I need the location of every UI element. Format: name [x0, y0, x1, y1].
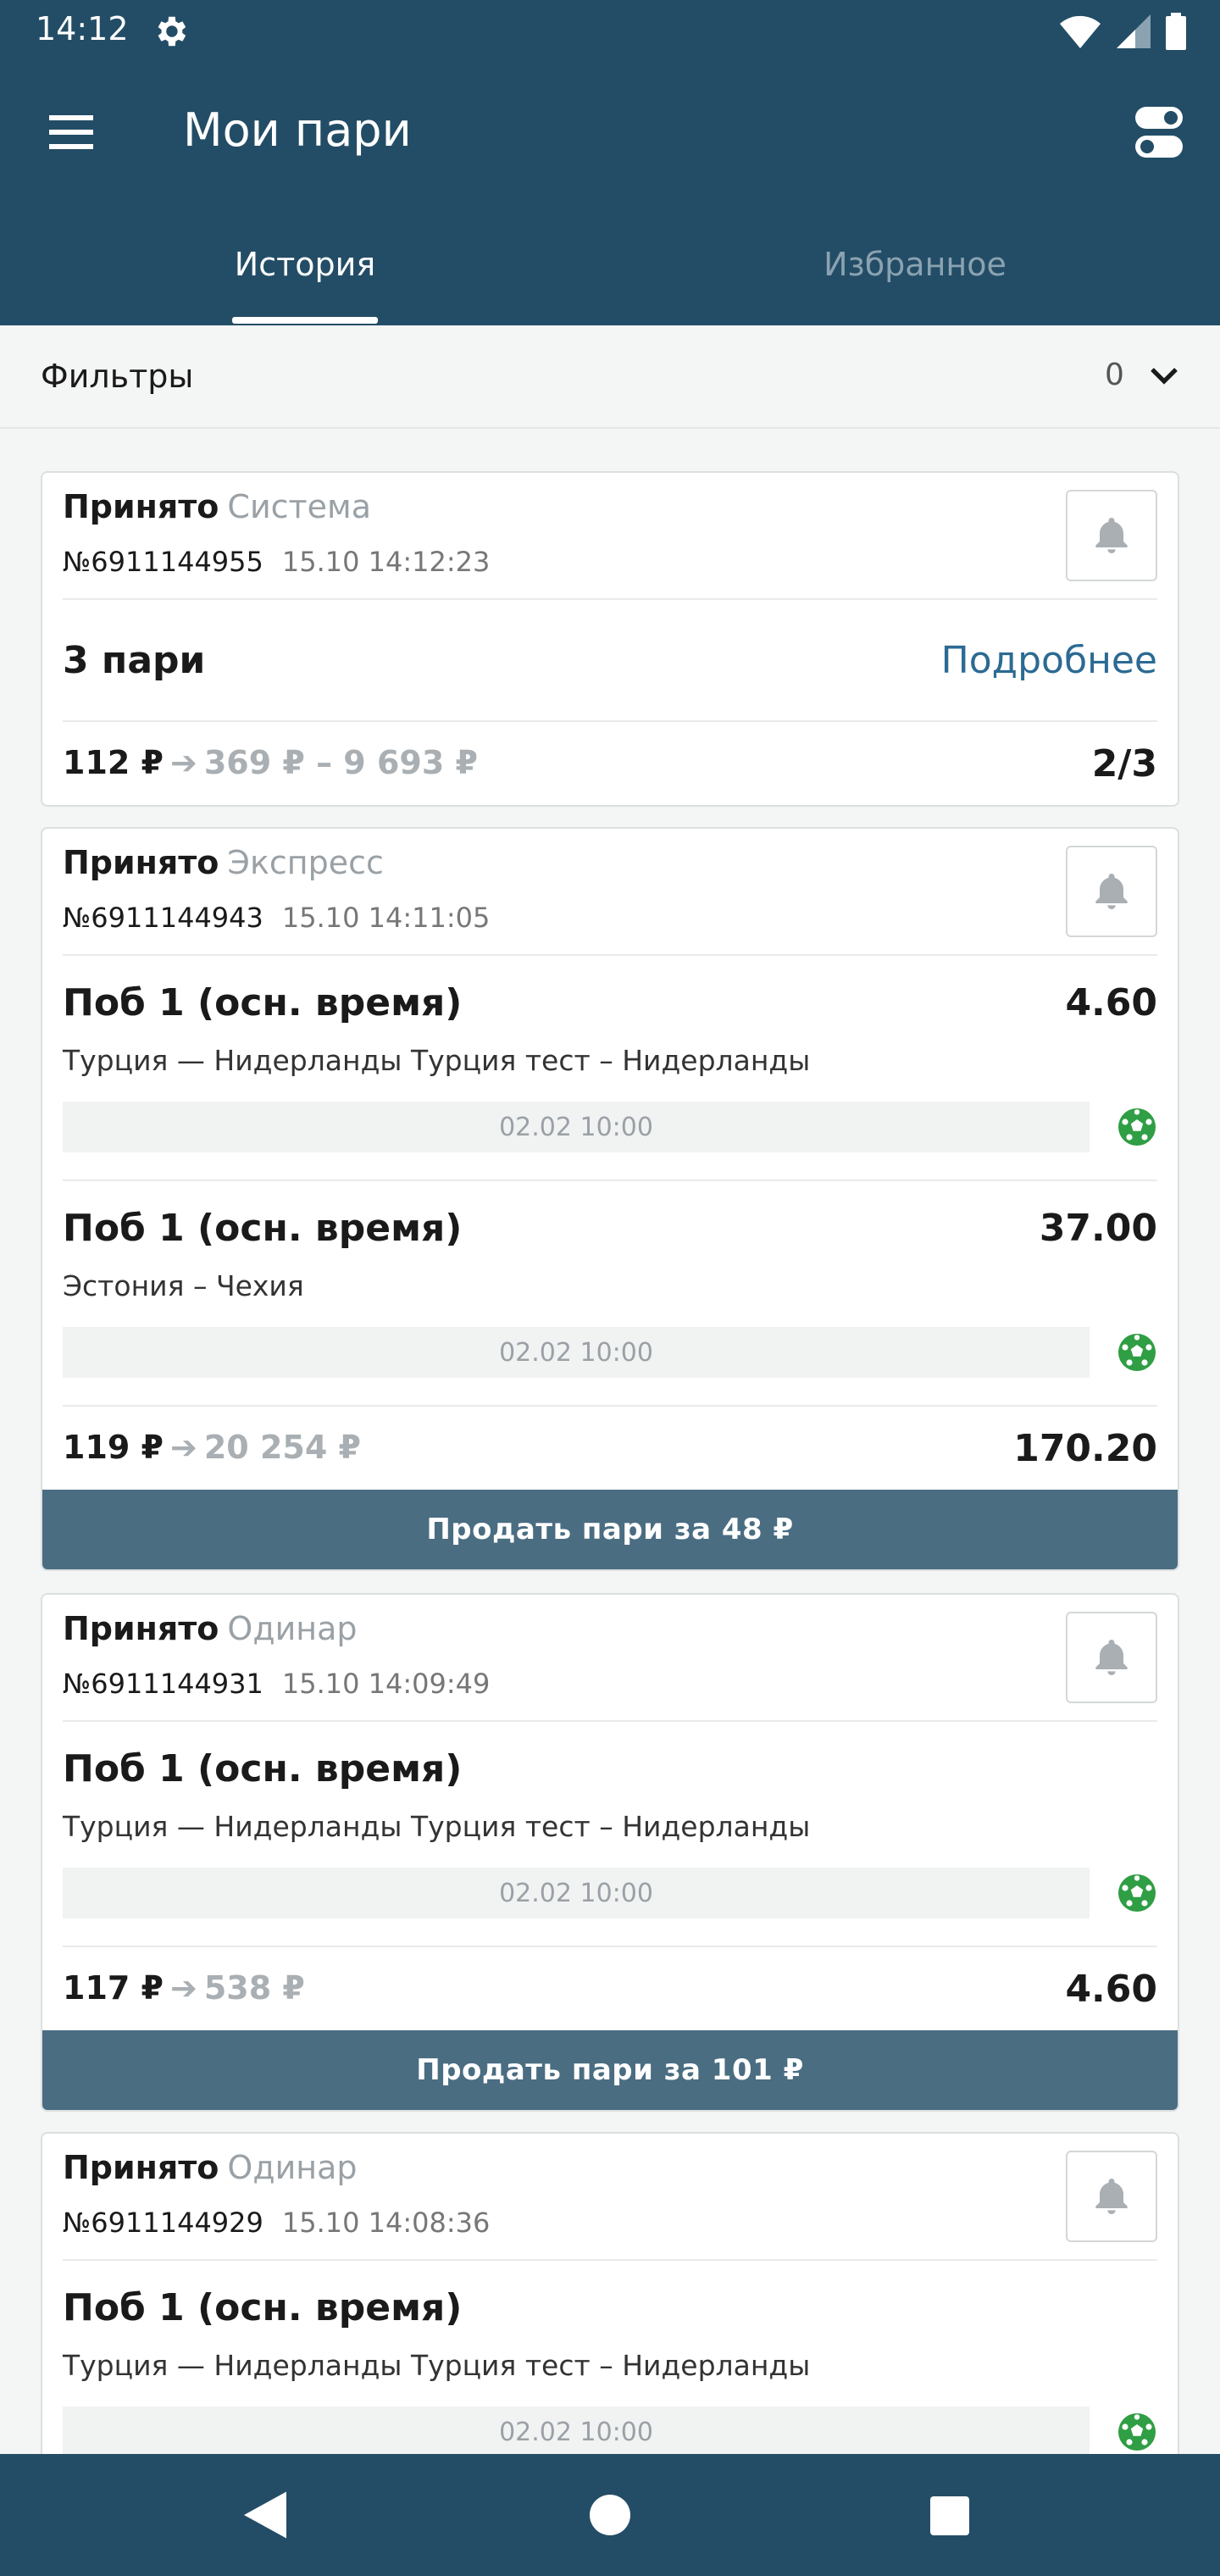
event-date: 02.02 10:00: [63, 2407, 1090, 2457]
tab-bar: История Избранное: [0, 229, 1220, 325]
bet-id: №6911144931: [63, 1668, 263, 1700]
bet-card-header: Принято Одинар №6911144931 15.10 14:09:49: [63, 1595, 1157, 1722]
event-date: 02.02 10:00: [63, 1327, 1090, 1378]
bet-type: Одинар: [227, 2149, 358, 2186]
bet-id: №6911144929: [63, 2207, 263, 2239]
bet-event: Поб 1 (осн. время) 4.60 Турция — Нидерла…: [63, 956, 1157, 1181]
filters-count: 0: [1105, 358, 1124, 392]
notify-button[interactable]: [1066, 1612, 1157, 1703]
bell-icon: [1095, 2179, 1128, 2214]
signal-icon: [1117, 14, 1151, 48]
stake-amount: 119 ₽: [63, 1429, 164, 1466]
bet-type: Одинар: [227, 1610, 358, 1647]
bet-event: Поб 1 (осн. время) Турция — Нидерланды Т…: [63, 2261, 1157, 2486]
event-odd: 37.00: [1039, 1207, 1157, 1250]
total-odd: 4.60: [1065, 1968, 1157, 2011]
bet-status: Принято: [63, 488, 219, 525]
total-odd: 2/3: [1091, 742, 1157, 786]
soccer-ball-icon: [1118, 1334, 1156, 1371]
recents-icon[interactable]: [930, 2496, 969, 2535]
bet-card[interactable]: Принято Одинар №6911144931 15.10 14:09:49 …: [41, 1593, 1179, 2112]
event-teams: Турция — Нидерланды Турция тест – Нидерл…: [63, 2349, 811, 2382]
menu-icon[interactable]: [49, 112, 93, 153]
details-link[interactable]: Подробнее: [941, 639, 1157, 682]
soccer-ball-icon: [1118, 1108, 1156, 1146]
bet-total: 112 ₽ ➔ 369 ₽ – 9 693 ₽ 2/3: [63, 722, 1157, 805]
bet-card[interactable]: Принято Одинар №6911144929 15.10 14:08:36 …: [41, 2132, 1179, 2488]
bet-card[interactable]: Принято Экспресс №6911144943 15.10 14:11:0…: [41, 827, 1179, 1571]
event-date: 02.02 10:00: [63, 1102, 1090, 1152]
payout-amount: 20 254 ₽: [203, 1429, 361, 1466]
filters-bar[interactable]: Фильтры 0: [0, 325, 1220, 429]
soccer-ball-icon: [1118, 2413, 1156, 2451]
event-odd: 4.60: [1065, 981, 1157, 1024]
bet-card-header: Принято Система №6911144955 15.10 14:12:23: [63, 473, 1157, 600]
stake-amount: 117 ₽: [63, 1969, 164, 2007]
bet-status: Принято: [63, 1610, 219, 1647]
bet-datetime: 15.10 14:12:23: [281, 546, 491, 578]
event-date: 02.02 10:00: [63, 1868, 1090, 1918]
event-market: Поб 1 (осн. время): [63, 1747, 463, 1790]
wifi-icon: [1060, 15, 1101, 48]
event-market: Поб 1 (осн. время): [63, 1207, 463, 1250]
toggle-icon[interactable]: [1135, 107, 1183, 158]
app-header: 14:12 Мои пари История Избранное: [0, 0, 1220, 325]
gear-icon: [158, 16, 186, 47]
bet-datetime: 15.10 14:08:36: [281, 2207, 491, 2239]
bet-type: Система: [227, 488, 372, 525]
back-icon[interactable]: [244, 2491, 286, 2539]
bet-datetime: 15.10 14:11:05: [281, 902, 491, 934]
arrow-icon: ➔: [170, 1429, 197, 1466]
arrow-icon: ➔: [170, 744, 197, 781]
bet-event: Поб 1 (осн. время) 37.00 Эстония – Чехия…: [63, 1181, 1157, 1407]
battery-icon: [1166, 13, 1186, 50]
bell-icon: [1095, 1640, 1128, 1675]
payout-amount: 369 ₽ – 9 693 ₽: [203, 744, 478, 781]
system-summary: 3 пари Подробнее: [63, 600, 1157, 722]
event-teams: Турция — Нидерланды Турция тест – Нидерл…: [63, 1044, 811, 1077]
bet-datetime: 15.10 14:09:49: [281, 1668, 491, 1700]
bet-event: Поб 1 (осн. время) Турция — Нидерланды Т…: [63, 1722, 1157, 1947]
event-market: Поб 1 (осн. время): [63, 2286, 463, 2329]
payout-amount: 538 ₽: [203, 1969, 305, 2007]
soccer-ball-icon: [1118, 1874, 1156, 1912]
bets-count: 3 пари: [63, 639, 206, 682]
active-tab-indicator: [232, 317, 378, 324]
total-odd: 170.20: [1013, 1427, 1157, 1470]
status-time: 14:12: [36, 10, 129, 47]
event-teams: Эстония – Чехия: [63, 1269, 304, 1302]
system-nav-bar: [0, 2454, 1220, 2576]
bet-card[interactable]: Принято Система №6911144955 15.10 14:12:23…: [41, 471, 1179, 807]
notify-button[interactable]: [1066, 2151, 1157, 2242]
bet-card-header: Принято Одинар №6911144929 15.10 14:08:36: [63, 2134, 1157, 2261]
status-bar: 14:12: [0, 0, 1220, 64]
sell-bet-button[interactable]: Продать пари за 48 ₽: [42, 1490, 1178, 1569]
sell-bet-button[interactable]: Продать пари за 101 ₽: [42, 2030, 1178, 2110]
bet-total: 119 ₽ ➔ 20 254 ₽ 170.20: [63, 1407, 1157, 1490]
bet-id: №6911144943: [63, 902, 263, 934]
status-icons: [1059, 12, 1186, 51]
bet-card-header: Принято Экспресс №6911144943 15.10 14:11:0…: [63, 829, 1157, 956]
event-teams: Турция — Нидерланды Турция тест – Нидерл…: [63, 1810, 811, 1843]
home-icon[interactable]: [590, 2495, 630, 2535]
tab-history[interactable]: История: [203, 229, 407, 325]
page-title: Мои пари: [183, 103, 412, 157]
bell-icon: [1095, 518, 1128, 553]
arrow-icon: ➔: [170, 1969, 197, 2007]
filters-label: Фильтры: [41, 358, 194, 395]
chevron-down-icon[interactable]: [1147, 359, 1181, 393]
bet-status: Принято: [63, 2149, 219, 2186]
notify-button[interactable]: [1066, 490, 1157, 581]
bet-status: Принято: [63, 844, 219, 881]
event-market: Поб 1 (осн. время): [63, 981, 463, 1024]
tab-favorites[interactable]: Избранное: [762, 229, 1068, 325]
bet-total: 117 ₽ ➔ 538 ₽ 4.60: [63, 1947, 1157, 2030]
bet-id: №6911144955: [63, 546, 263, 578]
bell-icon: [1095, 874, 1128, 909]
notify-button[interactable]: [1066, 846, 1157, 937]
stake-amount: 112 ₽: [63, 744, 164, 781]
bet-type: Экспресс: [227, 844, 384, 881]
